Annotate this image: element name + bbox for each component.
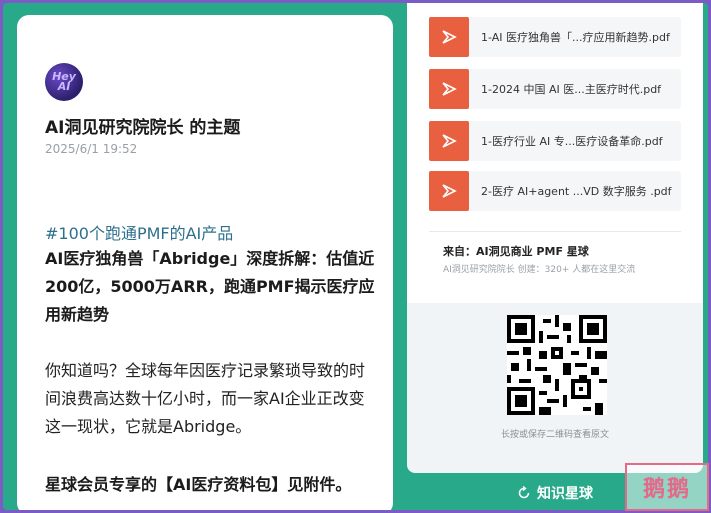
source-subtitle: AI洞见研究院院长 创建：320+ 人都在这里交流 (443, 265, 636, 275)
watermark-text: 鹅鹅 (642, 477, 691, 502)
post-timestamp: 2025/6/1 19:52 (45, 142, 138, 156)
file-item[interactable]: 1-医疗行业 AI 专...医疗设备革命.pdf (429, 121, 681, 161)
screen-frame: Hey AI AI洞见研究院院长 的主题 2025/6/1 19:52 #100… (3, 3, 708, 510)
divider (429, 231, 681, 232)
file-name: 1-医疗行业 AI 专...医疗设备革命.pdf (481, 135, 663, 148)
qr-code[interactable] (507, 315, 607, 415)
file-name: 1-2024 中国 AI 医...主医疗时代.pdf (481, 83, 662, 96)
file-item[interactable]: 2-医疗 AI+agent ...VD 数字服务 .pdf (429, 171, 681, 211)
hashtag-link[interactable]: #100个跑通PMF的AI产品 (45, 220, 233, 244)
watermark-logo: 鹅鹅 (625, 463, 709, 511)
file-name: 2-医疗 AI+agent ...VD 数字服务 .pdf (481, 185, 672, 198)
file-item[interactable]: 1-AI 医疗独角兽「...疗应用新趋势.pdf (429, 17, 681, 57)
member-note: 星球会员专享的【AI医疗资料包】见附件。 (45, 475, 352, 494)
attachment-panel: 1-AI 医疗独角兽「...疗应用新趋势.pdf 1-2024 中国 AI 医.… (407, 3, 703, 473)
post-headline: AI医疗独角兽「Abridge」深度拆解：估值近200亿，5000万ARR，跑通… (45, 249, 375, 324)
post-body: 你知道吗？全球每年因医疗记录繁琐导致的时间浪费高达数十亿小时，而一家AI企业正改… (45, 361, 366, 436)
avatar-text: Hey AI (52, 70, 76, 93)
file-icon (429, 171, 469, 211)
file-icon (429, 121, 469, 161)
refresh-icon (517, 486, 531, 500)
post-title: AI洞见研究院院长 的主题 (45, 118, 241, 138)
file-icon (429, 17, 469, 57)
file-name: 1-AI 医疗独角兽「...疗应用新趋势.pdf (481, 31, 670, 44)
avatar[interactable]: Hey AI (45, 63, 83, 101)
post-card: Hey AI AI洞见研究院院长 的主题 2025/6/1 19:52 #100… (17, 15, 393, 510)
zsxq-label: 知识星球 (537, 486, 593, 502)
file-icon (429, 69, 469, 109)
file-item[interactable]: 1-2024 中国 AI 医...主医疗时代.pdf (429, 69, 681, 109)
source-title[interactable]: 来自：AI洞见商业 PMF 星球 (443, 243, 589, 259)
qr-hint: 长按或保存二维码查看原文 (500, 430, 609, 440)
attachment-list: 1-AI 医疗独角兽「...疗应用新趋势.pdf 1-2024 中国 AI 医.… (407, 3, 703, 303)
